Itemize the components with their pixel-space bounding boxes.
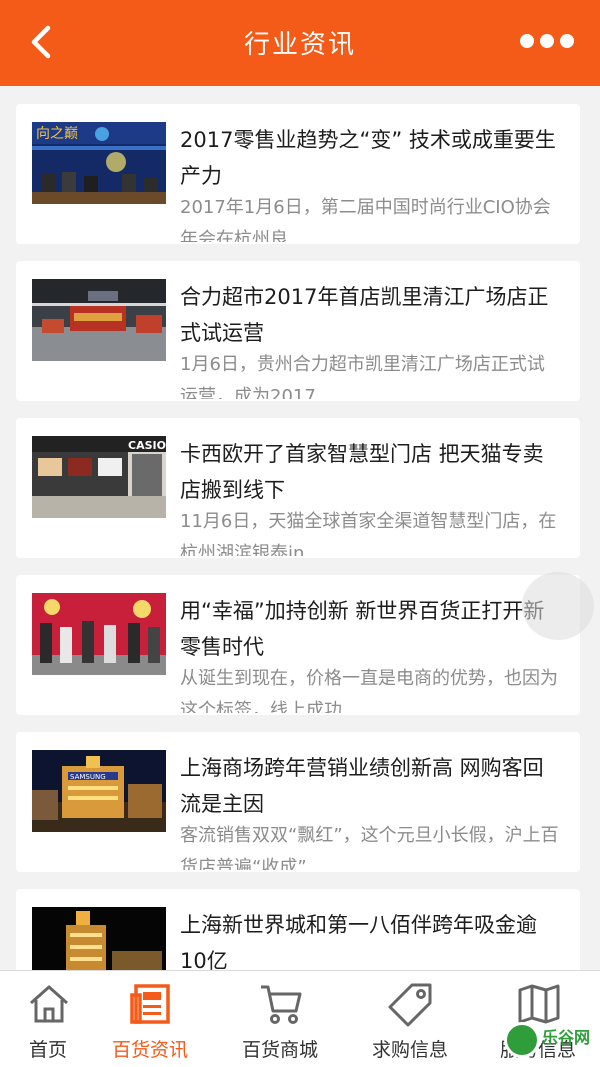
- cart-icon: [261, 985, 302, 1024]
- tab-mall[interactable]: 百货商城: [220, 971, 340, 1067]
- top-bar: 行业资讯: [0, 0, 600, 86]
- article-title: 2017零售业趋势之“变” 技术或成重要生产力: [180, 128, 556, 188]
- tab-news[interactable]: 百货资讯: [90, 971, 210, 1067]
- home-icon: [30, 985, 68, 1023]
- article-title: 卡西欧开了首家智慧型门店 把天猫专卖店搬到线下: [180, 442, 544, 502]
- svg-text:向之巅: 向之巅: [36, 126, 78, 142]
- tab-label: 百货商城: [241, 1039, 318, 1061]
- more-options-icon[interactable]: [520, 30, 576, 54]
- watermark-logo: 乐谷网: [504, 1018, 596, 1064]
- floating-scroll-button[interactable]: [522, 572, 594, 640]
- article-card[interactable]: 合力超市2017年首店凯里清江广场店正式试运营 1月6日，贵州合力超市凯里清江广…: [16, 261, 580, 401]
- article-card[interactable]: SAMSUNG 上海商场跨年营销业绩创新高 网购客回流是主因 客流销售双双“飘红…: [16, 732, 580, 872]
- article-card[interactable]: 用“幸福”加持创新 新世界百货正打开新零售时代 从诞生到现在，价格一直是电商的优…: [16, 575, 580, 715]
- article-title: 上海商场跨年营销业绩创新高 网购客回流是主因: [180, 756, 544, 816]
- article-summary: 2017年1月6日，第二届中国时尚行业CIO协会年会在杭州良: [180, 197, 551, 242]
- watermark-text: 乐谷网: [542, 1028, 591, 1047]
- article-title: 合力超市2017年首店凯里清江广场店正式试运营: [180, 285, 549, 345]
- article-card[interactable]: CASIO 卡西欧开了首家智慧型门店 把天猫专卖店搬到线下 11月6日，天猫全球…: [16, 418, 580, 558]
- article-thumbnail: [32, 279, 166, 361]
- article-summary: 1月6日，贵州合力超市凯里清江广场店正式试运营，成为2017: [180, 354, 545, 399]
- tab-label: 求购信息: [371, 1039, 448, 1061]
- tag-icon: [388, 983, 432, 1027]
- watermark-emblem-icon: [504, 1022, 540, 1058]
- page-title: 行业资讯: [243, 30, 356, 60]
- svg-text:CASIO: CASIO: [128, 439, 166, 452]
- article-list: 向之巅 2017零售业趋势之“变” 技术或成重要生产力 2017年1月6日，第二…: [16, 104, 580, 1046]
- article-summary: 从诞生到现在，价格一直是电商的优势，也因为这个标签，线上成功: [180, 668, 558, 713]
- article-thumbnail: 向之巅: [32, 122, 166, 204]
- article-thumbnail: SAMSUNG: [32, 750, 166, 832]
- tab-purchase[interactable]: 求购信息: [350, 971, 470, 1067]
- article-summary: 11月6日，天猫全球首家全渠道智慧型门店，在杭州湖滨银泰in: [180, 511, 557, 556]
- svg-text:SAMSUNG: SAMSUNG: [70, 773, 106, 781]
- tab-label: 百货资讯: [111, 1039, 188, 1061]
- article-card[interactable]: 向之巅 2017零售业趋势之“变” 技术或成重要生产力 2017年1月6日，第二…: [16, 104, 580, 244]
- article-thumbnail: CASIO: [32, 436, 166, 518]
- article-thumbnail: [32, 593, 166, 675]
- article-title: 用“幸福”加持创新 新世界百货正打开新零售时代: [180, 599, 545, 659]
- article-title: 上海新世界城和第一八佰伴跨年吸金逾10亿: [180, 913, 537, 973]
- news-icon: [130, 984, 170, 1024]
- article-summary: 客流销售双双“飘红”，这个元旦小长假，沪上百货店普遍“收成”: [180, 825, 559, 870]
